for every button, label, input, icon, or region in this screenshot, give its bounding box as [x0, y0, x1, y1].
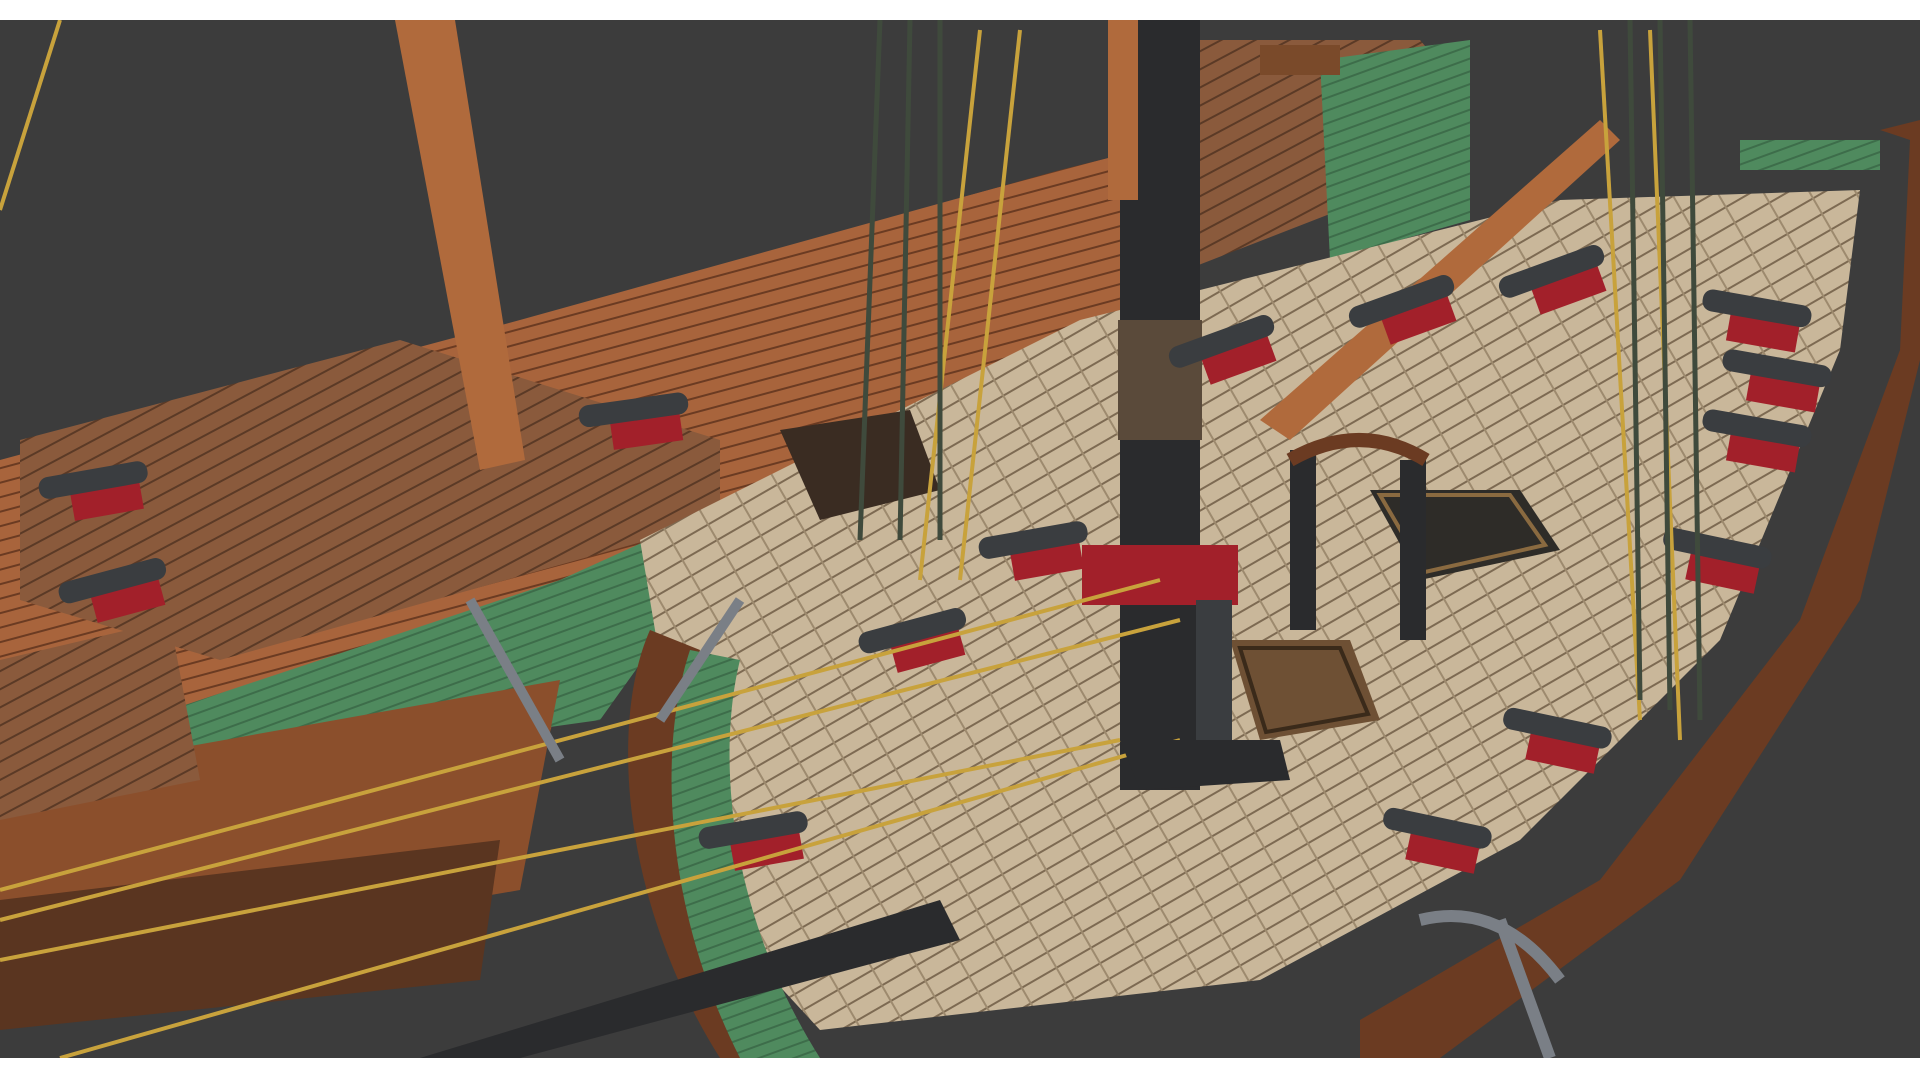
render-viewport: [0, 20, 1920, 1058]
ship-render-image: [0, 20, 1920, 1058]
mizzen-mast: [1108, 20, 1138, 200]
